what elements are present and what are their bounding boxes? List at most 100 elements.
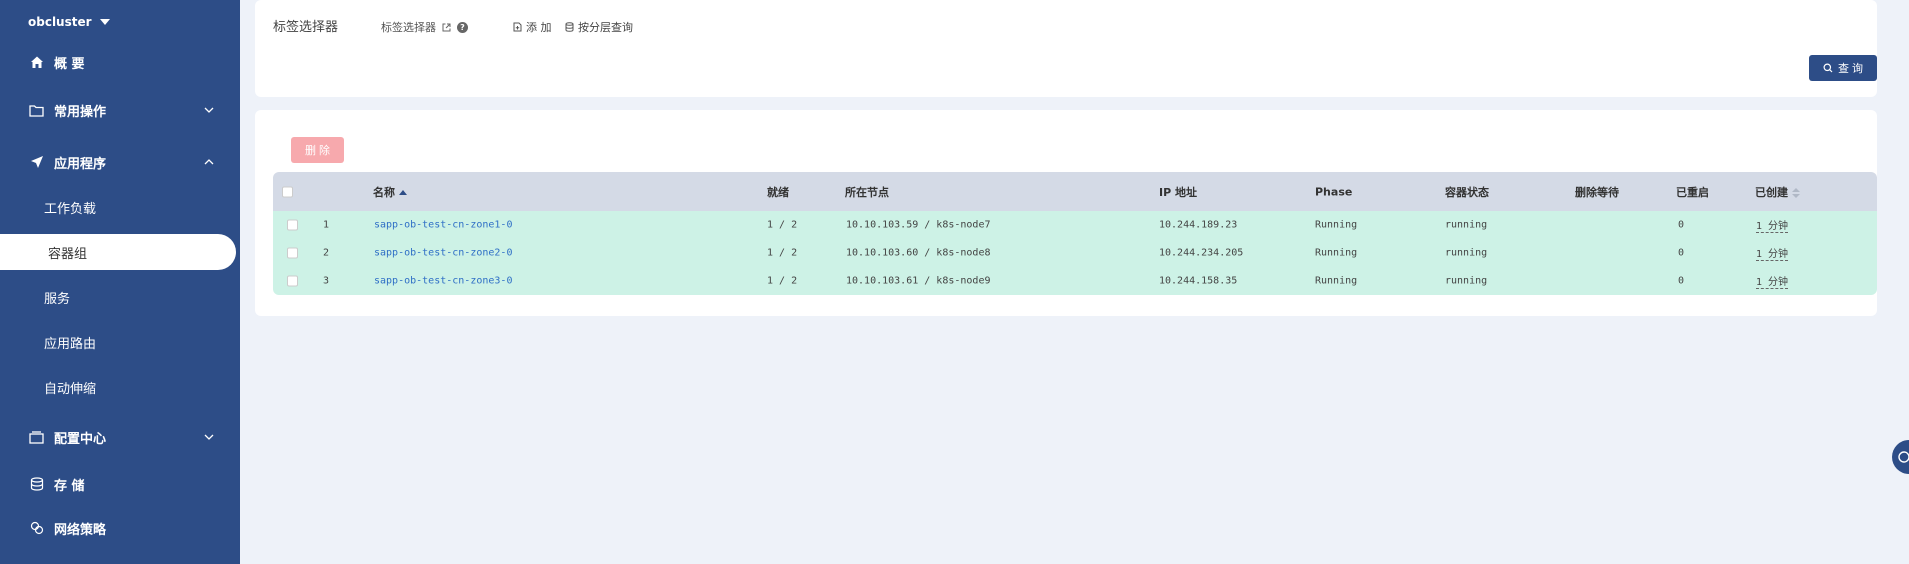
created-value: 1 分钟 — [1756, 273, 1789, 289]
add-label: 添 加 — [526, 21, 552, 34]
column-header-label: 名称 — [373, 185, 395, 199]
sidebar-subitem-label: 应用路由 — [44, 336, 97, 352]
sidebar-item-network-policy[interactable]: 网络策略 — [0, 510, 240, 546]
row-checkbox[interactable] — [287, 247, 298, 259]
query-button[interactable]: 查 询 — [1809, 55, 1877, 81]
restarts-value: 0 — [1678, 275, 1685, 287]
pod-name-link[interactable]: sapp-ob-test-cn-zone2-0 — [374, 248, 512, 259]
chevron-down-icon — [204, 434, 214, 440]
caret-down-icon — [99, 19, 110, 25]
restarts-value: 0 — [1678, 219, 1685, 231]
sidebar-item-label: 概 要 — [54, 56, 85, 72]
chevron-down-icon — [204, 107, 214, 113]
column-header-phase: Phase — [1315, 185, 1353, 198]
label-selector-text: 标签选择器 — [381, 21, 436, 34]
file-add-icon — [513, 22, 522, 32]
sidebar-subitem-label: 服务 — [44, 291, 71, 307]
sidebar-item-storage[interactable]: 存 储 — [0, 466, 240, 502]
sidebar-item-overview[interactable]: 概 要 — [0, 44, 240, 80]
home-icon — [29, 55, 44, 70]
sidebar-subitem-label: 自动伸缩 — [44, 381, 97, 397]
column-header-restarts: 已重启 — [1676, 185, 1709, 199]
sidebar: obcluster 概 要 常用操作 应用程序 工作负载 容器组 服务 应用路由… — [0, 0, 240, 564]
sidebar-item-applications[interactable]: 应用程序 — [0, 144, 240, 180]
column-header-created[interactable]: 已创建 — [1755, 184, 1800, 200]
restarts-value: 0 — [1678, 247, 1685, 259]
sidebar-item-common-ops[interactable]: 常用操作 — [0, 92, 240, 128]
sidebar-item-label: 存 储 — [54, 478, 85, 494]
sidebar-item-label: 常用操作 — [54, 104, 107, 120]
table-row: 1 sapp-ob-test-cn-zone1-0 1 / 2 10.10.10… — [273, 211, 1877, 239]
ready-value: 1 / 2 — [767, 275, 798, 287]
phase-value: Running — [1315, 219, 1358, 231]
query-label: 查 询 — [1837, 63, 1864, 75]
cluster-name: obcluster — [28, 15, 92, 29]
folder-icon — [29, 103, 44, 118]
phase-value: Running — [1315, 247, 1358, 259]
sidebar-subitem-ingress[interactable]: 应用路由 — [0, 324, 240, 360]
column-header-name[interactable]: 名称 — [373, 184, 407, 200]
select-all-checkbox[interactable] — [282, 186, 293, 197]
row-checkbox[interactable] — [287, 219, 298, 231]
sort-icon — [1792, 187, 1800, 198]
sidebar-subitem-autoscaling[interactable]: 自动伸缩 — [0, 369, 240, 405]
sidebar-item-label: 应用程序 — [54, 156, 107, 172]
sidebar-subitem-label: 工作负载 — [44, 201, 97, 217]
column-header-label: 已创建 — [1755, 185, 1788, 199]
config-icon — [29, 430, 44, 445]
row-checkbox[interactable] — [287, 275, 298, 287]
ip-value: 10.244.234.205 — [1159, 247, 1244, 259]
storage-icon — [29, 477, 44, 492]
row-index: 3 — [323, 275, 330, 287]
network-icon — [29, 521, 44, 536]
help-icon[interactable]: ? — [457, 21, 468, 33]
filter-card: 标签选择器 标签选择器 ? 添 加 按分层查询 查 询 — [255, 0, 1877, 97]
pod-name-link[interactable]: sapp-ob-test-cn-zone1-0 — [374, 220, 512, 231]
column-header-node: 所在节点 — [845, 185, 889, 199]
sidebar-item-config-center[interactable]: 配置中心 — [0, 419, 240, 455]
cluster-selector[interactable]: obcluster — [28, 15, 110, 29]
ready-value: 1 / 2 — [767, 219, 798, 231]
created-value: 1 分钟 — [1756, 245, 1789, 261]
column-header-ip: IP 地址 — [1159, 185, 1197, 199]
floating-chat-button[interactable] — [1892, 440, 1909, 474]
row-index: 1 — [323, 219, 330, 231]
node-value: 10.10.103.61 / k8s-node9 — [846, 275, 991, 287]
sidebar-subitem-pods[interactable]: 容器组 — [0, 234, 236, 270]
ip-value: 10.244.189.23 — [1159, 219, 1238, 231]
row-index: 2 — [323, 247, 330, 259]
label-selector-title: 标签选择器 — [273, 20, 339, 35]
pods-table: 名称 就绪 所在节点 IP 地址 Phase 容器状态 删除等待 已重启 已创建… — [273, 172, 1877, 295]
table-row: 2 sapp-ob-test-cn-zone2-0 1 / 2 10.10.10… — [273, 239, 1877, 267]
column-header-ready: 就绪 — [767, 185, 789, 199]
search-icon — [1823, 63, 1833, 73]
sidebar-subitem-workloads[interactable]: 工作负载 — [0, 189, 240, 225]
table-body: 1 sapp-ob-test-cn-zone1-0 1 / 2 10.10.10… — [273, 211, 1877, 295]
layer-query-label: 按分层查询 — [578, 21, 633, 34]
ip-value: 10.244.158.35 — [1159, 275, 1238, 287]
pods-table-card: 删 除 名称 就绪 所在节点 IP 地址 Phase 容器状态 删除等待 已重启… — [255, 110, 1877, 316]
chevron-up-icon — [204, 159, 214, 165]
sidebar-item-label: 网络策略 — [54, 522, 107, 538]
column-header-container-status: 容器状态 — [1445, 185, 1489, 199]
add-selector-button[interactable]: 添 加 — [513, 19, 552, 35]
external-link-icon — [442, 23, 451, 31]
container-status-value: running — [1445, 219, 1488, 231]
phase-value: Running — [1315, 275, 1358, 287]
pod-name-link[interactable]: sapp-ob-test-cn-zone3-0 — [374, 276, 512, 287]
column-header-deletion-pending: 删除等待 — [1575, 185, 1619, 199]
chat-icon — [1898, 451, 1909, 463]
database-icon — [565, 22, 574, 32]
label-selector-link[interactable]: 标签选择器 ? — [381, 19, 468, 35]
table-header: 名称 就绪 所在节点 IP 地址 Phase 容器状态 删除等待 已重启 已创建 — [273, 172, 1877, 211]
node-value: 10.10.103.59 / k8s-node7 — [846, 219, 991, 231]
layer-query-button[interactable]: 按分层查询 — [565, 19, 633, 35]
sidebar-item-label: 配置中心 — [54, 431, 107, 447]
container-status-value: running — [1445, 275, 1488, 287]
delete-button[interactable]: 删 除 — [291, 137, 344, 163]
table-row: 3 sapp-ob-test-cn-zone3-0 1 / 2 10.10.10… — [273, 267, 1877, 295]
created-value: 1 分钟 — [1756, 217, 1789, 233]
sort-asc-icon — [399, 190, 407, 195]
container-status-value: running — [1445, 247, 1488, 259]
sidebar-subitem-services[interactable]: 服务 — [0, 279, 240, 315]
